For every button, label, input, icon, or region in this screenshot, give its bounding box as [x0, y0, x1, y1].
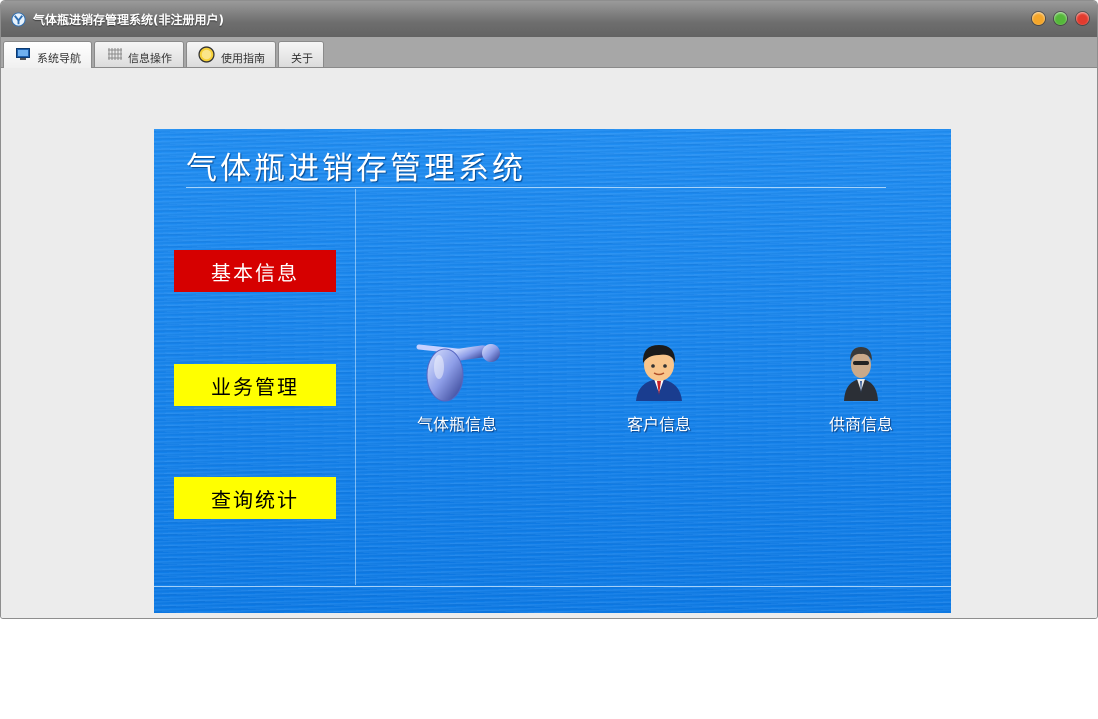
maximize-button[interactable] — [1054, 12, 1067, 25]
minimize-button[interactable] — [1032, 12, 1045, 25]
close-button[interactable] — [1076, 12, 1089, 25]
gas-cylinder-icon — [416, 344, 500, 402]
navigation-panel: 气体瓶进销存管理系统 基本信息 业务管理 查询统计 气体瓶信息 客户信息 供商信… — [154, 129, 951, 613]
menu-query-statistics[interactable]: 查询统计 — [174, 477, 336, 519]
app-logo-icon — [11, 12, 26, 27]
tab-label: 关于 — [291, 52, 313, 65]
panel-title: 气体瓶进销存管理系统 — [186, 151, 526, 187]
tab-about[interactable]: 关于 — [278, 41, 324, 67]
title-bar[interactable]: 气体瓶进销存管理系统(非注册用户) — [1, 1, 1097, 37]
menu-basic-info[interactable]: 基本信息 — [174, 250, 336, 292]
menu-divider — [355, 189, 356, 585]
customer-info-item[interactable]: 客户信息 — [604, 337, 714, 435]
main-content: 气体瓶进销存管理系统 基本信息 业务管理 查询统计 气体瓶信息 客户信息 供商信… — [1, 68, 1097, 618]
bottom-divider — [154, 586, 951, 587]
tab-user-guide[interactable]: 使用指南 — [186, 41, 276, 67]
menu-business-management[interactable]: 业务管理 — [174, 364, 336, 406]
tab-system-navigation[interactable]: 系统导航 — [3, 41, 92, 68]
item-label: 供商信息 — [828, 415, 893, 434]
supplier-info-item[interactable]: 供商信息 — [806, 337, 916, 435]
menu-label: 基本信息 — [211, 260, 299, 285]
grid-icon — [108, 48, 122, 60]
tab-label: 系统导航 — [37, 52, 81, 65]
item-label: 客户信息 — [626, 415, 691, 434]
customer-icon — [636, 345, 682, 401]
title-divider — [186, 187, 886, 188]
menu-label: 查询统计 — [211, 487, 299, 512]
menu-label: 业务管理 — [211, 374, 299, 399]
tab-label: 使用指南 — [221, 52, 265, 65]
tab-label: 信息操作 — [128, 52, 172, 65]
gas-cylinder-info-item[interactable]: 气体瓶信息 — [402, 337, 512, 435]
app-window: 气体瓶进销存管理系统(非注册用户) 系统导航 信息操作 使用指南 关于 气体瓶进… — [0, 0, 1098, 619]
tab-bar: 系统导航 信息操作 使用指南 关于 — [1, 37, 1097, 68]
help-icon — [198, 46, 215, 63]
tab-info-operation[interactable]: 信息操作 — [94, 41, 184, 67]
window-title: 气体瓶进销存管理系统(非注册用户) — [33, 13, 224, 27]
item-label: 气体瓶信息 — [416, 415, 497, 434]
monitor-icon — [16, 48, 30, 60]
supplier-icon — [844, 347, 878, 401]
